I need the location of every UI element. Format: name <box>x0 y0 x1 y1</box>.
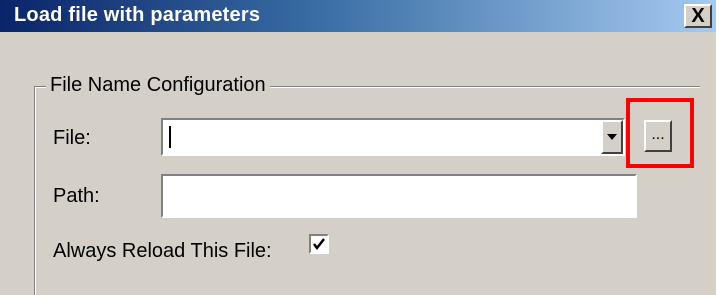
close-icon: X <box>691 5 705 27</box>
path-label: Path: <box>53 185 100 207</box>
browse-button[interactable]: ... <box>644 120 672 152</box>
checkmark-icon <box>313 238 325 251</box>
browse-button-label: ... <box>651 126 665 143</box>
dropdown-button[interactable] <box>601 120 623 154</box>
close-button[interactable]: X <box>684 4 712 28</box>
title-bar: Load file with parameters X <box>0 0 716 32</box>
load-file-dialog: Load file with parameters X File Name Co… <box>0 0 716 295</box>
group-label: File Name Configuration <box>46 74 270 97</box>
always-reload-label: Always Reload This File: <box>53 240 272 262</box>
path-input[interactable] <box>161 174 637 218</box>
file-combobox[interactable] <box>161 118 625 156</box>
always-reload-checkbox[interactable] <box>309 234 329 254</box>
text-cursor <box>169 126 171 148</box>
window-title: Load file with parameters <box>14 4 261 26</box>
chevron-down-icon <box>607 134 617 140</box>
file-label: File: <box>53 127 91 149</box>
